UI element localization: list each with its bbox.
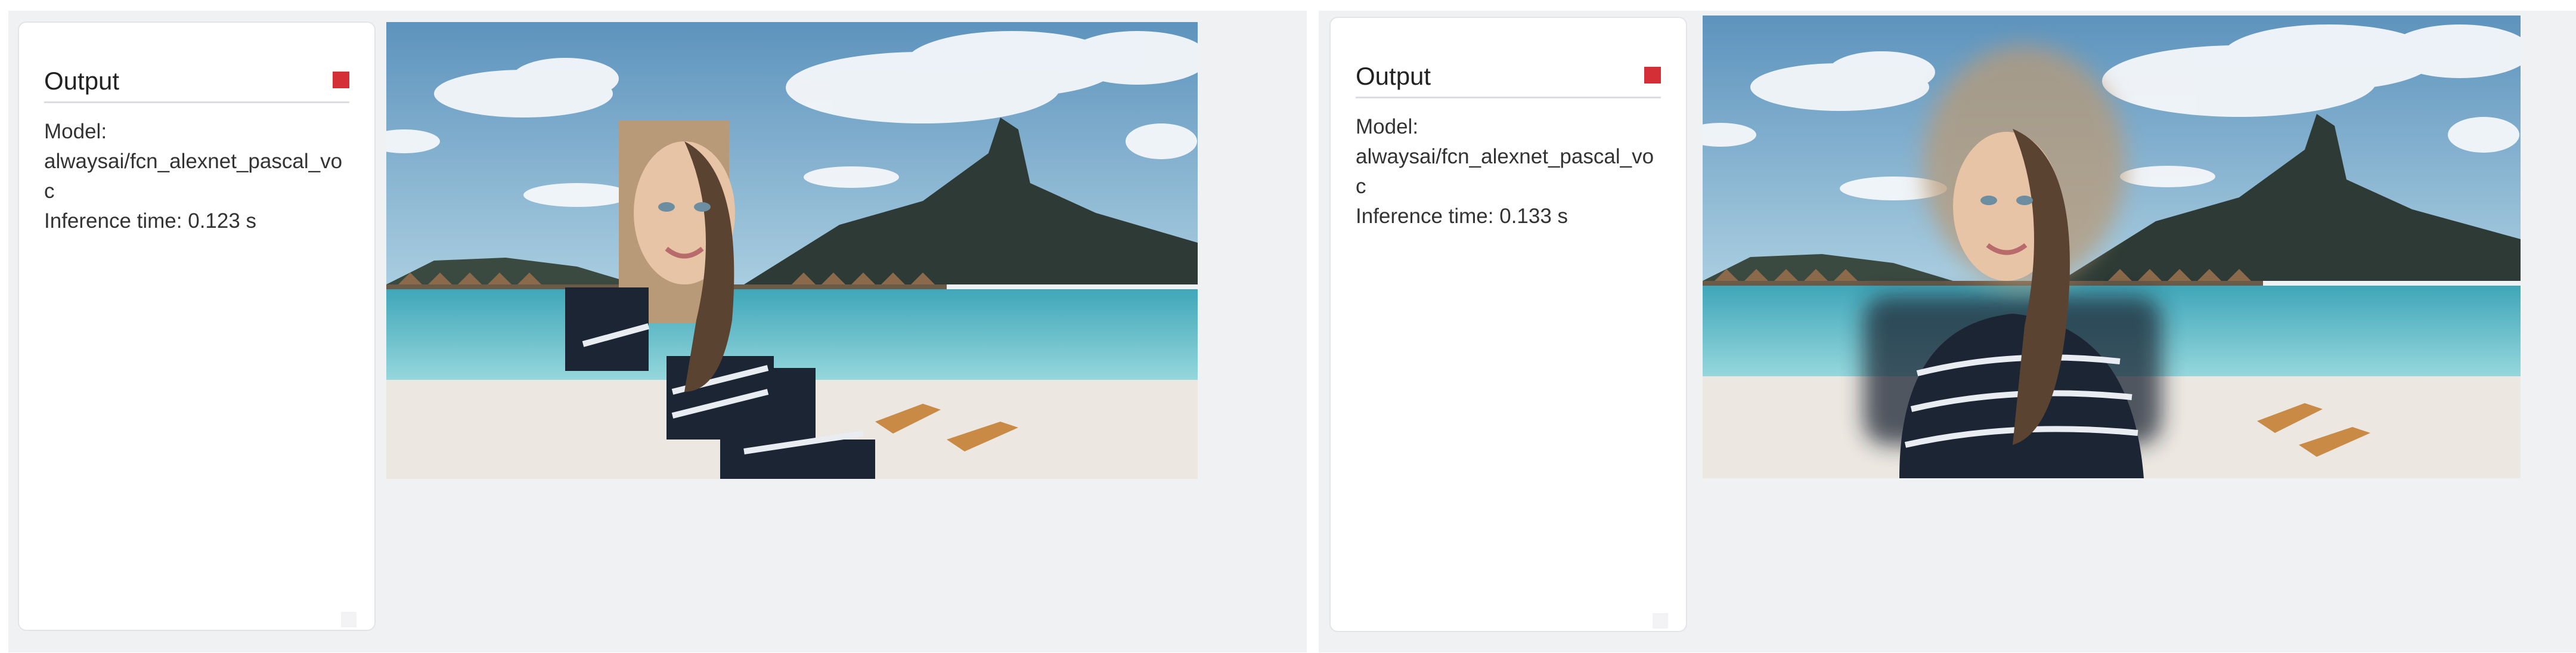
left-output-panel: Output Model: alwaysai/fcn_alexnet_pasca… [8,11,1307,652]
right-model-label: Model: [1356,115,1419,138]
right-output-title: Output [1356,62,1431,90]
left-output-card: Output Model: alwaysai/fcn_alexnet_pasca… [18,21,376,631]
right-model-value: alwaysai/fcn_alexnet_pascal_voc [1356,145,1654,198]
right-output-frame [1703,16,2521,478]
left-output-frame [386,22,1198,479]
left-output-title: Output [44,67,120,95]
right-card-header: Output [1356,49,1661,98]
resize-handle-icon[interactable] [1653,613,1668,629]
left-model-value: alwaysai/fcn_alexnet_pascal_voc [44,150,343,203]
right-output-panel: Output Model: alwaysai/fcn_alexnet_pasca… [1319,11,2576,652]
left-model-label: Model: [44,120,107,143]
left-inference-time: Inference time: 0.123 s [44,209,257,233]
right-output-card: Output Model: alwaysai/fcn_alexnet_pasca… [1329,17,1687,632]
left-card-body: Model: alwaysai/fcn_alexnet_pascal_voc I… [44,117,349,236]
right-beach-scene [1703,16,2521,478]
stop-icon[interactable] [1644,67,1661,83]
stop-icon[interactable] [333,72,349,88]
resize-handle-icon[interactable] [341,612,357,627]
left-beach-scene [386,22,1198,479]
right-inference-time: Inference time: 0.133 s [1356,205,1568,228]
right-card-body: Model: alwaysai/fcn_alexnet_pascal_voc I… [1356,112,1661,231]
left-card-header: Output [44,54,349,103]
